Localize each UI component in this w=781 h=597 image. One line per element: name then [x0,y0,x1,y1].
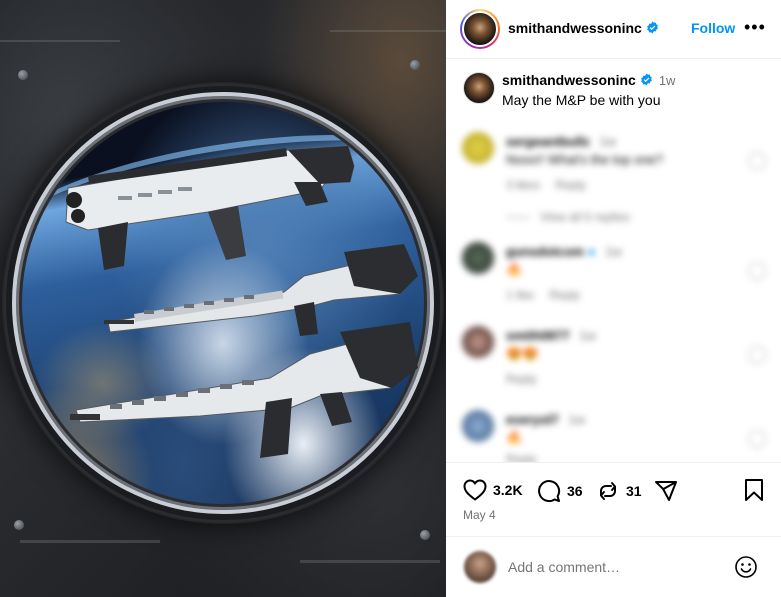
story-ring[interactable] [460,9,500,49]
caption-header: smithandwessoninc 1w [502,72,675,88]
post-date[interactable]: May 4 [463,508,496,522]
comment-likes[interactable]: 1 like [506,288,534,302]
verified-badge-icon [646,21,658,34]
comment-username[interactable]: smith0877 [506,328,570,343]
follow-button[interactable]: Follow [691,20,735,36]
comment-avatar[interactable] [462,132,494,164]
comment-username[interactable]: gunsdotcom [506,244,584,259]
reply-button[interactable]: Reply [549,288,580,302]
heart-icon[interactable] [463,479,487,501]
comment-header: smith0877 1w [506,328,596,343]
comment-meta: 1 like Reply [506,288,580,302]
comment-meta: 3 likes Reply [506,178,586,192]
bolt [420,530,430,540]
save-icon[interactable] [744,478,764,502]
comment-text: 🔥 [506,430,523,445]
panel-line [330,30,446,32]
comment-likes[interactable]: 3 likes [506,178,540,192]
comment-avatar[interactable] [462,242,494,274]
comment-like-icon[interactable] [748,262,766,280]
comment-text: 😍😍 [506,346,539,361]
comment-username[interactable]: sergeantbullz [506,134,590,149]
repost-icon[interactable] [596,479,620,503]
comment-avatar[interactable] [462,326,494,358]
view-replies-label[interactable]: View all 5 replies [540,210,630,224]
comment-count[interactable]: 36 [567,483,583,499]
panel-line [300,560,440,563]
repost-count[interactable]: 31 [626,483,642,499]
post-image[interactable] [0,0,446,597]
comment-username[interactable]: everyol7 [506,412,559,427]
repost-action: 31 [596,479,642,503]
comment-input[interactable] [508,559,708,575]
bolt [410,60,420,70]
emoji-icon[interactable] [734,555,758,579]
caption-time[interactable]: 1w [659,73,676,88]
comment-action: 36 [537,479,583,503]
post-details-panel: smithandwessoninc Follow ••• smithandwes… [446,0,781,597]
verified-badge-icon [640,73,652,86]
rifle-image-bottom [70,322,418,458]
comment-text: Nooo!! What's the top one? [506,152,664,167]
comment-time: 1w [599,134,617,149]
caption-avatar[interactable] [463,72,495,104]
comment-like-icon[interactable] [748,346,766,364]
reply-button[interactable]: Reply [555,178,586,192]
author-avatar[interactable] [462,11,498,47]
author-username-text[interactable]: smithandwessoninc [508,20,642,36]
like-count[interactable]: 3.2K [493,482,523,498]
comment-icon[interactable] [537,479,561,503]
caption-text: May the M&P be with you [502,92,661,108]
view-replies[interactable]: View all 5 replies [506,210,630,224]
more-options-icon[interactable]: ••• [744,17,766,38]
caption-username[interactable]: smithandwessoninc [502,72,636,88]
add-comment-bar [446,536,781,597]
comment-header: sergeantbullz 1w [506,134,616,149]
comment-avatar[interactable] [462,410,494,442]
viewer-avatar [464,551,496,583]
like-action: 3.2K [463,479,523,501]
comment-header: gunsdotcom ● 1w [506,244,622,259]
comment-header: everyol7 1w [506,412,585,427]
comment-like-icon[interactable] [748,430,766,448]
comment-time: 1w [568,412,586,427]
share-icon[interactable] [654,479,678,503]
comment-time: 1w [579,328,596,343]
comment-like-icon[interactable] [748,152,766,170]
reply-button[interactable]: Reply [506,372,537,386]
verified-badge-icon: ● [587,244,596,259]
panel-line [0,40,120,42]
bolt [14,520,24,530]
author-username[interactable]: smithandwessoninc [508,20,659,36]
replies-divider [506,217,530,219]
comment-text: 🔥 [506,262,523,277]
panel-line [20,540,160,543]
bolt [18,70,28,80]
post-header: smithandwessoninc Follow ••• [446,0,781,59]
comment-time: 1w [605,244,622,259]
